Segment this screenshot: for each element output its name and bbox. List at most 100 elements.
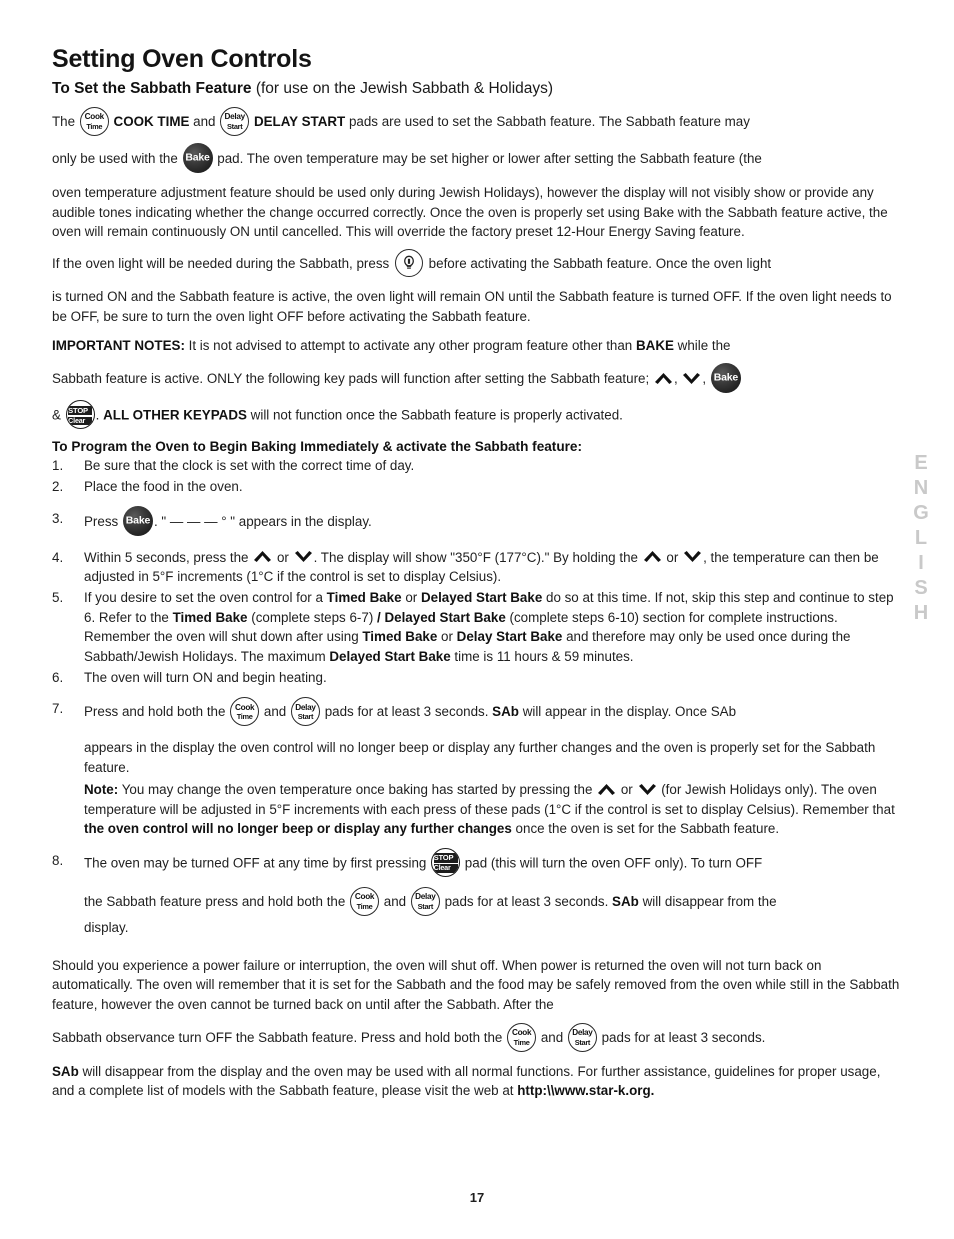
step-item-4: 4. Within 5 seconds, press the or . The …	[52, 548, 900, 587]
text-fragment: Press and hold both the	[84, 704, 230, 720]
subtitle-rest: (for use on the Jewish Sabbath & Holiday…	[251, 79, 554, 97]
timed-bake-emphasis: Timed Bake	[326, 589, 402, 605]
subtitle-bold: To Set the Sabbath Feature	[52, 79, 252, 97]
step-item-2: 2. Place the food in the oven.	[52, 477, 900, 497]
step-text: Press Bake. " — — — ° " appears in the d…	[84, 505, 900, 536]
delay-start-line2: Start	[227, 121, 243, 131]
step-number: 8.	[52, 852, 64, 868]
stop-clear-pad-icon: STOP Clear	[431, 847, 461, 877]
text-fragment: will not function once the Sabbath featu…	[246, 407, 623, 423]
delay-start-line1: Delay	[295, 702, 316, 712]
timed-bake-emphasis: Timed Bake	[362, 629, 438, 645]
text-fragment: . " — — — ° " appears in the display.	[153, 513, 372, 529]
text-fragment: pad. The oven temperature may be set hig…	[213, 150, 762, 166]
step-item-6: 6. The oven will turn ON and begin heati…	[52, 668, 900, 688]
step-item-1: 1. Be sure that the clock is set with th…	[52, 456, 900, 476]
delay-start-label: DELAY START	[253, 113, 346, 129]
cook-time-line2: Time	[356, 901, 373, 911]
section-subtitle: To Set the Sabbath Feature (for use on t…	[52, 79, 900, 98]
text-fragment: Sabbath feature is active. ONLY the foll…	[52, 371, 653, 387]
star-k-url[interactable]: http:\\www.star-k.org.	[517, 1083, 654, 1098]
text-fragment: pad (this will turn the oven OFF only). …	[461, 855, 763, 871]
text-fragment: once the oven is set for the Sabbath fea…	[511, 821, 780, 837]
text-fragment: and	[380, 893, 410, 909]
text-fragment: and	[537, 1029, 567, 1045]
arrow-down-icon	[294, 550, 313, 563]
step-item-7: 7. Press and hold both the Cook Time and …	[52, 697, 900, 839]
text-fragment: The	[52, 113, 79, 129]
all-other-keypads-emphasis: ALL OTHER KEYPADS	[103, 407, 247, 423]
cook-time-line2: Time	[86, 121, 103, 131]
stop-line: STOP	[68, 405, 93, 416]
cook-time-line1: Cook	[354, 892, 375, 902]
text-fragment: pads for at least 3 seconds.	[440, 893, 613, 909]
text-fragment: You may change the oven temperature once…	[118, 781, 597, 797]
cook-time-pad-icon: Cook Time	[79, 106, 109, 136]
intro-paragraph-3: oven temperature adjustment feature shou…	[52, 184, 888, 240]
text-fragment: .	[95, 407, 104, 423]
step-7-paragraph-2: appears in the display the oven control …	[84, 740, 876, 776]
arrow-up-icon	[253, 550, 272, 563]
text-fragment: while the	[673, 338, 731, 354]
arrow-up-icon	[654, 372, 673, 385]
text-fragment: ,	[702, 371, 710, 387]
step-text: If you desire to set the oven control fo…	[84, 588, 900, 667]
side-language-label: ENGLISH	[910, 452, 932, 627]
cook-time-line1: Cook	[84, 112, 105, 122]
text-fragment: and	[260, 704, 290, 720]
step-item-3: 3. Press Bake. " — — — ° " appears in th…	[52, 505, 900, 536]
text-fragment: and	[189, 113, 220, 129]
step-7-note: Note: You may change the oven temperatur…	[84, 780, 900, 839]
text-fragment: It is not advised to attempt to activate…	[184, 338, 636, 354]
closing-paragraph-1: Should you experience a power failure or…	[52, 957, 900, 1013]
text-fragment: If the oven light will be needed during …	[52, 256, 393, 272]
step-8-paragraph-2: the Sabbath feature press and hold both …	[84, 886, 900, 916]
step-number: 7.	[52, 701, 64, 717]
delay-start-line1: Delay	[224, 112, 246, 122]
text-fragment: time is 11 hours & 59 minutes.	[450, 649, 634, 665]
cook-time-pad-icon: Cook Time	[230, 697, 260, 727]
text-fragment: pads for at least 3 seconds.	[320, 704, 493, 720]
step-number: 5.	[52, 589, 64, 605]
step-item-8: 8. The oven may be turned OFF at any tim…	[52, 847, 900, 938]
cook-time-line1: Cook	[511, 1028, 532, 1038]
bake-emphasis: BAKE	[635, 338, 674, 354]
document-page: Setting Oven Controls To Set the Sabbath…	[0, 0, 954, 1239]
intro-paragraph-1: The Cook Time COOK TIME and Delay Start DE…	[52, 106, 900, 136]
intro-paragraph-2: only be used with the Bake pad. The oven…	[52, 142, 900, 173]
cook-time-line2: Time	[513, 1037, 530, 1047]
step-text: Be sure that the clock is set with the c…	[84, 458, 415, 474]
text-fragment: If you desire to set the oven control fo…	[84, 589, 327, 605]
bake-label: Bake	[185, 151, 210, 164]
text-fragment: the Sabbath feature press and hold both …	[84, 893, 350, 909]
text-fragment: or	[617, 781, 637, 797]
delay-start-line2: Start	[417, 901, 434, 911]
text-fragment: Sabbath observance turn OFF the Sabbath …	[52, 1029, 507, 1045]
clear-line: Clear	[68, 416, 93, 426]
sab-indicator: SAb	[492, 704, 519, 720]
bake-label: Bake	[713, 371, 739, 384]
step-8-paragraph-3: display.	[84, 919, 129, 935]
text-fragment: will appear in the display. Once SAb	[518, 704, 737, 720]
text-fragment: The oven may be turned OFF at any time b…	[84, 855, 431, 871]
cook-time-line2: Time	[236, 712, 253, 722]
important-notes-label: IMPORTANT NOTES:	[52, 338, 185, 354]
text-fragment: Press	[84, 513, 122, 529]
text-fragment: or	[437, 629, 457, 645]
text-fragment: pads are used to set the Sabbath feature…	[345, 113, 750, 129]
text-fragment: . The display will show "350°F (177°C)."…	[313, 549, 642, 565]
stop-line: STOP	[433, 853, 458, 863]
intro-paragraph-5: is turned ON and the Sabbath feature is …	[52, 288, 892, 324]
text-fragment: Within 5 seconds, press the	[84, 549, 253, 565]
delay-start-pad-icon: Delay Start	[567, 1022, 597, 1052]
intro-paragraph-4: If the oven light will be needed during …	[52, 248, 900, 277]
delay-start-line2: Start	[574, 1037, 591, 1047]
page-title: Setting Oven Controls	[52, 45, 312, 73]
delay-start-line1: Delay	[415, 892, 436, 902]
closing-paragraph-3: SAb will disappear from the display and …	[52, 1062, 900, 1101]
step-number: 2.	[52, 478, 64, 494]
note-label: Note:	[84, 781, 119, 797]
cook-time-pad-icon: Cook Time	[507, 1022, 537, 1052]
cook-time-pad-icon: Cook Time	[350, 886, 380, 916]
text-fragment: will disappear from the	[638, 893, 777, 909]
